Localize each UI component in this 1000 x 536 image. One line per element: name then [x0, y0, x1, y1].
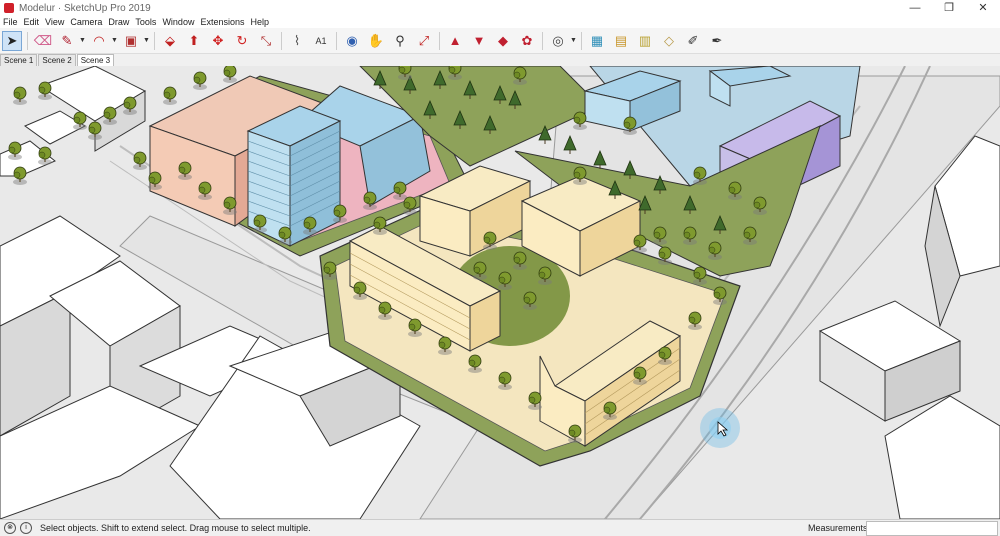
menu-extensions[interactable]: Extensions — [197, 17, 247, 27]
eraser-tool-icon[interactable]: ⌫ — [33, 31, 53, 51]
toolbar-separator — [439, 31, 440, 50]
extension-manager-tool-icon[interactable]: ✿ — [517, 31, 537, 51]
follow-me-tool-icon[interactable]: ⬆ — [184, 31, 204, 51]
minimize-button[interactable]: — — [898, 0, 932, 16]
menu-edit[interactable]: Edit — [21, 17, 43, 27]
extension-warehouse-tool-icon[interactable]: ▼ — [469, 31, 489, 51]
menu-tools[interactable]: Tools — [132, 17, 159, 27]
close-button[interactable]: ✕ — [966, 0, 1000, 16]
menu-help[interactable]: Help — [247, 17, 272, 27]
city-model-drawing — [0, 66, 1000, 519]
scale-tool-icon[interactable]: ⤡ — [256, 31, 276, 51]
orbit-tool-icon[interactable]: ◉ — [342, 31, 362, 51]
toolbar-separator — [542, 31, 543, 50]
pencil-tool-icon[interactable]: ✎ — [57, 31, 77, 51]
chevron-down-icon[interactable]: ▼ — [111, 37, 118, 44]
menu-window[interactable]: Window — [159, 17, 197, 27]
menu-draw[interactable]: Draw — [105, 17, 132, 27]
scene-tabs: Scene 1 Scene 2 Scene 3 — [0, 54, 1000, 66]
paint-tool-icon[interactable]: ✒ — [707, 31, 727, 51]
toolbar-separator — [27, 31, 28, 50]
tab-scene-1[interactable]: Scene 1 — [0, 54, 38, 66]
modelur-block-tool-icon[interactable]: ▦ — [587, 31, 607, 51]
maximize-button[interactable]: ❐ — [932, 0, 966, 16]
push-pull-tool-icon[interactable]: ⬙ — [160, 31, 180, 51]
modelur-plot-tool-icon[interactable]: ◇ — [659, 31, 679, 51]
toolbar-separator — [581, 31, 582, 50]
toolbar-separator — [281, 31, 282, 50]
main-toolbar: ➤ ⌫ ✎ ▼ ◠ ▼ ▣ ▼ ⬙ ⬆ ✥ ↻ ⤡ ⌇ A1 ◉ ✋ ⚲ ⤢ ▲… — [0, 28, 1000, 54]
pan-tool-icon[interactable]: ✋ — [366, 31, 386, 51]
window-title: Modelur · SketchUp Pro 2019 — [19, 2, 151, 14]
menu-file[interactable]: File — [0, 17, 21, 27]
eyedropper-tool-icon[interactable]: ✐ — [683, 31, 703, 51]
model-viewport[interactable] — [0, 66, 1000, 519]
modelur-stack-tool-icon[interactable]: ▥ — [635, 31, 655, 51]
tab-scene-2[interactable]: Scene 2 — [38, 54, 76, 66]
status-message: Select objects. Shift to extend select. … — [40, 523, 311, 533]
menu-view[interactable]: View — [42, 17, 67, 27]
menu-camera[interactable]: Camera — [67, 17, 105, 27]
toolbar-separator — [154, 31, 155, 50]
tape-measure-tool-icon[interactable]: ⌇ — [287, 31, 307, 51]
toolbar-separator — [336, 31, 337, 50]
window-controls: — ❐ ✕ — [898, 0, 1000, 16]
arc-tool-icon[interactable]: ◠ — [89, 31, 109, 51]
modelur-building-tool-icon[interactable]: ▤ — [611, 31, 631, 51]
info-icon[interactable]: i — [20, 522, 32, 534]
send-to-layout-tool-icon[interactable]: ◆ — [493, 31, 513, 51]
status-bar: ⊗ i Select objects. Shift to extend sele… — [0, 519, 1000, 536]
geo-location-icon[interactable]: ⊗ — [4, 522, 16, 534]
warehouse-tool-icon[interactable]: ▲ — [445, 31, 465, 51]
measurements-label: Measurements — [808, 523, 868, 533]
rectangle-tool-icon[interactable]: ▣ — [121, 31, 141, 51]
chevron-down-icon[interactable]: ▼ — [143, 37, 150, 44]
chevron-down-icon[interactable]: ▼ — [570, 37, 577, 44]
menu-bar: File Edit View Camera Draw Tools Window … — [0, 16, 1000, 28]
measurements-input[interactable] — [866, 521, 998, 536]
text-tool-icon[interactable]: A1 — [311, 31, 331, 51]
tab-scene-3[interactable]: Scene 3 — [76, 54, 115, 66]
move-tool-icon[interactable]: ✥ — [208, 31, 228, 51]
zoom-extents-tool-icon[interactable]: ⤢ — [414, 31, 434, 51]
rotate-tool-icon[interactable]: ↻ — [232, 31, 252, 51]
select-tool-icon[interactable]: ➤ — [2, 30, 22, 51]
sketchup-logo-icon — [4, 3, 14, 13]
chevron-down-icon[interactable]: ▼ — [79, 37, 86, 44]
account-icon[interactable]: ◎ — [548, 31, 568, 51]
zoom-tool-icon[interactable]: ⚲ — [390, 31, 410, 51]
title-bar: Modelur · SketchUp Pro 2019 — ❐ ✕ — [0, 0, 1000, 16]
